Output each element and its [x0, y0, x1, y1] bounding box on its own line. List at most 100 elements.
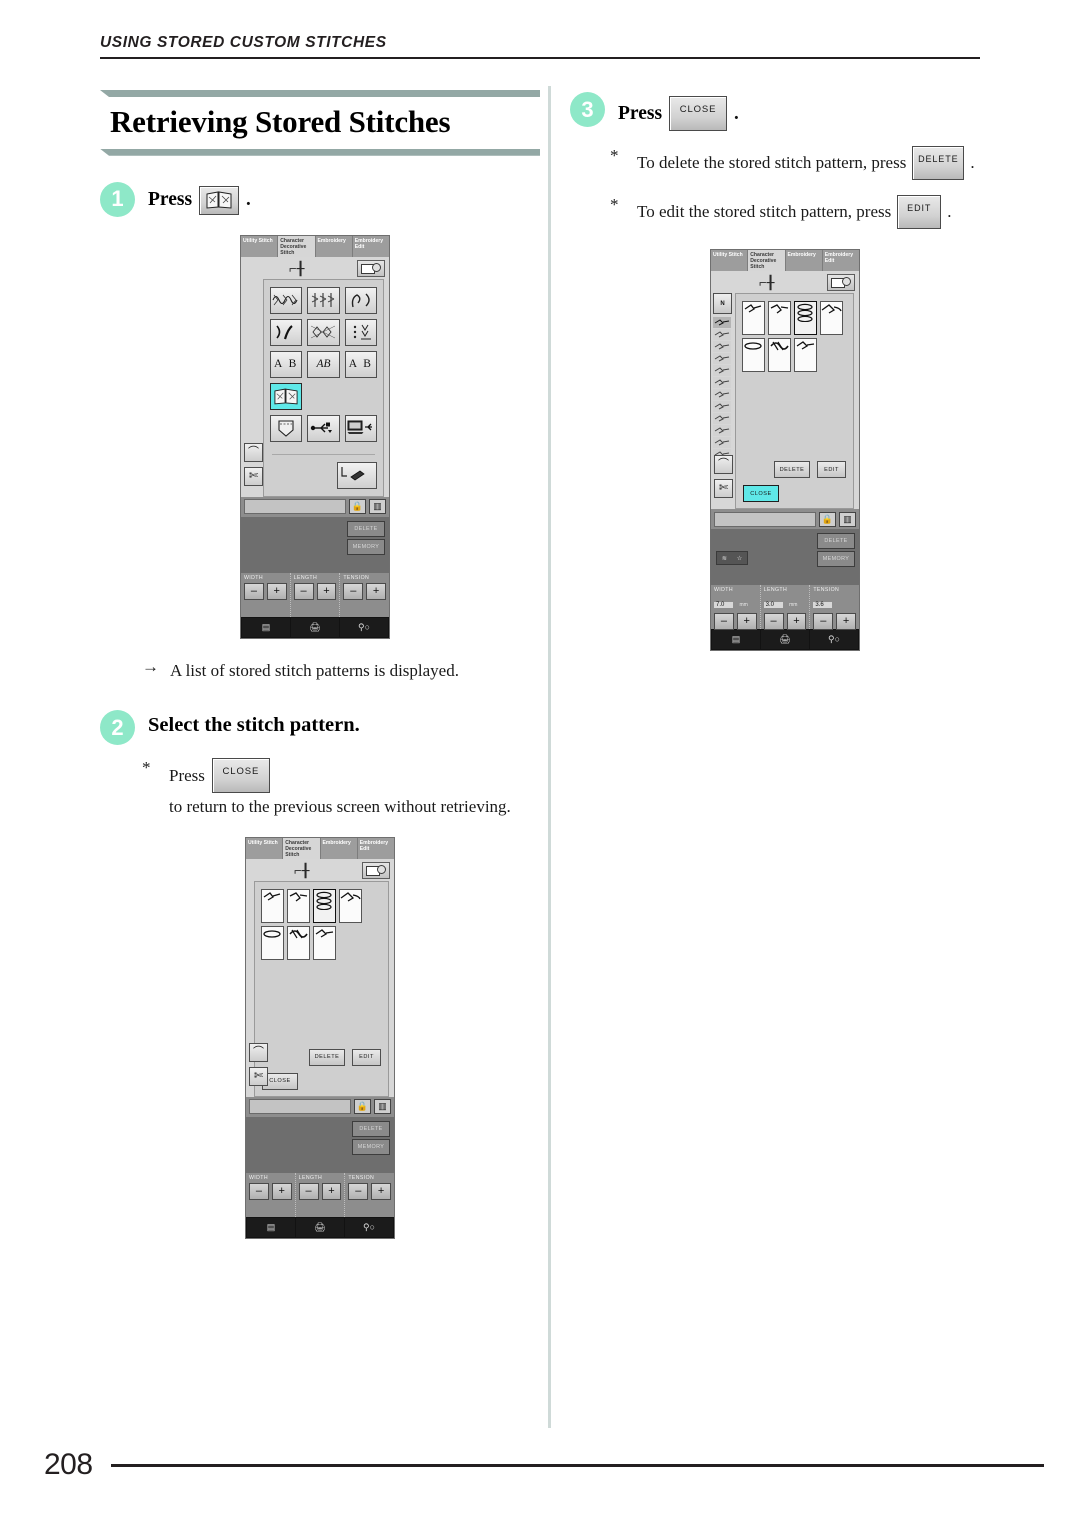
tab-embroidery[interactable]: Embroidery	[315, 235, 353, 257]
stored-pattern-item[interactable]	[313, 925, 336, 960]
width-minus-button[interactable]: –	[714, 613, 734, 630]
pattern-edit-button[interactable]: EDIT	[352, 1048, 381, 1066]
key-my-custom-stitch-retrieve[interactable]	[270, 382, 303, 410]
stored-pattern-item[interactable]	[287, 925, 310, 960]
memory-button[interactable]: MEMORY	[817, 551, 855, 567]
tension-plus-button[interactable]: +	[366, 582, 387, 600]
tension-minus-button[interactable]: –	[348, 1182, 369, 1200]
stored-pattern-item[interactable]	[768, 338, 791, 372]
length-plus-button[interactable]: +	[321, 1182, 342, 1200]
lcd-screen-stored-stitch-list[interactable]: Utility Stitch Character Decorative Stit…	[245, 836, 395, 1239]
rail-thumb[interactable]	[713, 329, 731, 340]
close-key-inline[interactable]: CLOSE	[669, 96, 728, 131]
tab-character-decorative-stitch[interactable]: Character Decorative Stitch	[283, 837, 321, 859]
length-plus-button[interactable]: +	[316, 582, 337, 600]
tab-embroidery-edit[interactable]: Embroidery Edit	[357, 837, 394, 859]
stored-pattern-item[interactable]	[768, 301, 791, 335]
length-minus-button[interactable]: –	[293, 582, 314, 600]
delete-button[interactable]: DELETE	[352, 1120, 390, 1137]
lock-icon[interactable]: 🔒	[349, 499, 366, 515]
key-decorative-stitch-2[interactable]	[307, 286, 340, 314]
manual-book-icon[interactable]: ▥	[839, 511, 856, 527]
width-minus-button[interactable]: –	[249, 1182, 269, 1200]
width-plus-button[interactable]: +	[271, 1182, 292, 1200]
rail-thumb[interactable]	[713, 389, 731, 400]
key-font-script[interactable]: AB	[307, 350, 340, 378]
close-key-inline[interactable]: CLOSE	[211, 758, 270, 794]
reverse-stitch-button[interactable]: ⌒	[249, 1042, 268, 1062]
tab-character-decorative-stitch[interactable]: Character Decorative Stitch	[748, 250, 786, 271]
memory-button[interactable]: MEMORY	[347, 538, 385, 555]
tab-embroidery[interactable]: Embroidery	[320, 837, 358, 859]
stored-pattern-item[interactable]	[742, 301, 765, 335]
rail-thumb[interactable]	[713, 413, 731, 424]
needle-threader-icon[interactable]: ⚲○	[345, 1217, 393, 1237]
width-plus-button[interactable]: +	[266, 582, 287, 600]
length-minus-button[interactable]: –	[298, 1182, 319, 1200]
key-decorative-stitch-1[interactable]	[270, 286, 303, 314]
needle-threader-icon[interactable]: ⚲○	[810, 630, 858, 649]
needle-threader-icon[interactable]: ⚲○	[340, 617, 388, 637]
stored-pattern-item[interactable]	[339, 888, 362, 923]
delete-key-inline[interactable]: DELETE	[912, 146, 965, 180]
key-pocket-stitch[interactable]	[270, 414, 303, 442]
pattern-close-button-highlighted[interactable]: CLOSE	[743, 485, 779, 502]
width-minus-button[interactable]: –	[244, 582, 264, 600]
settings-page-icon[interactable]: ▤	[242, 617, 290, 637]
key-usb-media[interactable]	[307, 414, 340, 442]
tab-utility-stitch[interactable]: Utility Stitch	[711, 250, 749, 271]
machine-help-icon[interactable]: 🖨	[291, 617, 339, 637]
key-font-gothic[interactable]: A B	[270, 350, 303, 378]
reverse-stitch-button[interactable]: ⌒	[244, 442, 263, 462]
key-decorative-stitch-3[interactable]	[307, 318, 340, 346]
lcd-screen-category-select[interactable]: Utility Stitch Character Decorative Stit…	[240, 234, 390, 639]
key-font-outline[interactable]: A B	[344, 350, 377, 378]
reverse-stitch-button[interactable]: ⌒	[714, 455, 733, 474]
thread-cutter-button[interactable]: ✄	[249, 1066, 268, 1086]
thread-cutter-button[interactable]: ✄	[714, 479, 733, 498]
stored-pattern-item[interactable]	[820, 301, 843, 335]
rail-thumb[interactable]	[713, 377, 731, 388]
lock-icon[interactable]: 🔒	[354, 1099, 371, 1115]
rail-thumb[interactable]	[713, 353, 731, 364]
width-plus-button[interactable]: +	[736, 613, 757, 630]
tension-plus-button[interactable]: +	[836, 613, 857, 630]
manual-book-icon[interactable]: ▥	[374, 1099, 391, 1115]
rail-thumb[interactable]	[713, 365, 731, 376]
key-computer-transfer[interactable]	[344, 414, 377, 442]
thread-cutter-button[interactable]: ✄	[244, 466, 263, 486]
memory-button[interactable]: MEMORY	[352, 1138, 390, 1155]
machine-help-icon[interactable]: 🖨	[761, 630, 809, 649]
stored-pattern-item-selected[interactable]	[794, 301, 817, 335]
stored-pattern-item[interactable]	[261, 888, 284, 923]
machine-help-icon[interactable]: 🖨	[296, 1217, 344, 1237]
key-satin-stitch[interactable]	[344, 286, 377, 314]
stored-pattern-item[interactable]	[742, 338, 765, 372]
stored-pattern-item[interactable]	[794, 338, 817, 372]
tension-plus-button[interactable]: +	[371, 1182, 392, 1200]
delete-button[interactable]: DELETE	[817, 533, 855, 549]
pattern-edit-button[interactable]: EDIT	[817, 461, 846, 478]
edit-key-inline[interactable]: EDIT	[897, 195, 942, 229]
tab-character-decorative-stitch[interactable]: Character Decorative Stitch	[278, 235, 316, 257]
lock-icon[interactable]: 🔒	[819, 511, 836, 527]
key-cross-stitch[interactable]	[270, 318, 303, 346]
settings-page-icon[interactable]: ▤	[247, 1217, 295, 1237]
tab-embroidery[interactable]: Embroidery	[785, 250, 823, 271]
delete-button[interactable]: DELETE	[347, 520, 385, 537]
tab-embroidery-edit[interactable]: Embroidery Edit	[352, 235, 389, 257]
rail-thumb[interactable]	[713, 341, 731, 352]
length-minus-button[interactable]: –	[763, 613, 784, 630]
stored-pattern-item[interactable]	[287, 888, 310, 923]
rail-thumb[interactable]	[713, 317, 731, 328]
tab-embroidery-edit[interactable]: Embroidery Edit	[822, 250, 859, 271]
pattern-delete-button[interactable]: DELETE	[309, 1048, 345, 1066]
rail-thumb[interactable]	[713, 437, 731, 448]
stored-stitch-retrieve-icon[interactable]	[199, 185, 240, 215]
key-utility-decorative-stitch[interactable]	[344, 318, 377, 346]
key-my-custom-stitch-designer[interactable]	[337, 461, 377, 489]
manual-book-icon[interactable]: ▥	[369, 499, 386, 515]
settings-page-icon[interactable]: ▤	[712, 630, 760, 649]
guide-help-icon[interactable]	[827, 274, 855, 291]
rail-thumb[interactable]	[713, 401, 731, 412]
